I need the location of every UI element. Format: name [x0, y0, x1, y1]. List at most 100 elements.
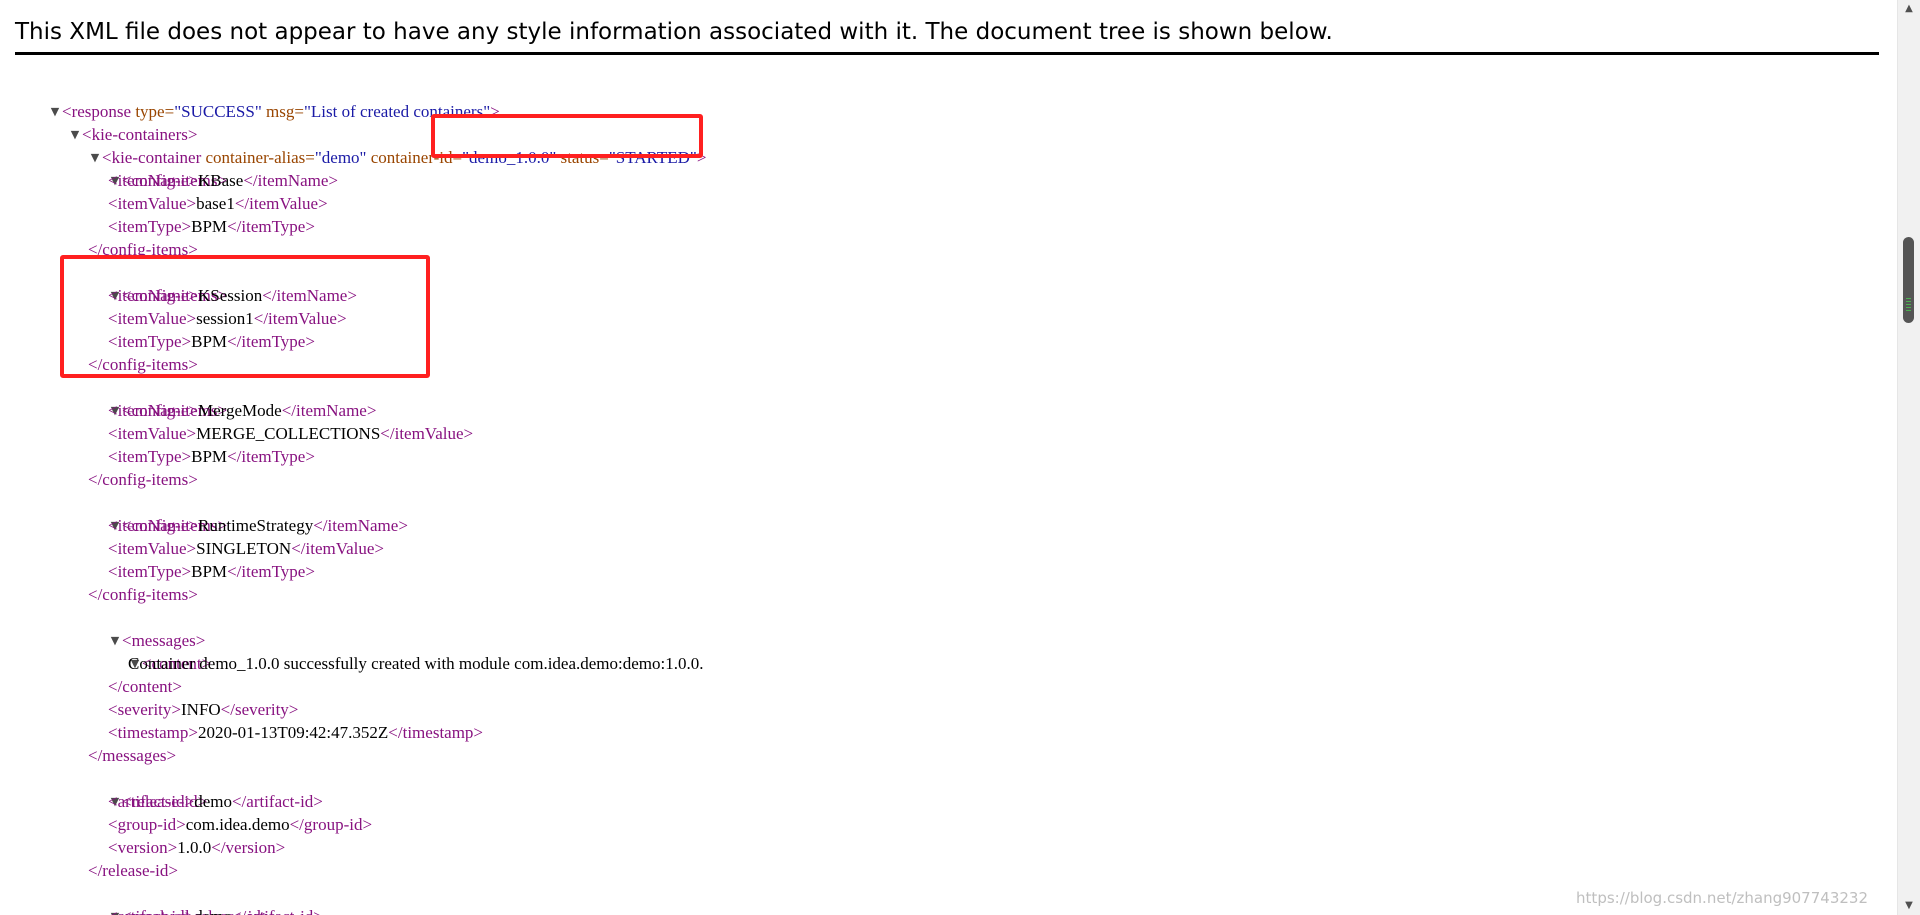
xml-node-item-type: <itemType>BPM</itemType>: [108, 560, 315, 583]
tag-end: >: [696, 148, 707, 167]
xml-info-header: This XML file does not appear to have an…: [15, 12, 1879, 55]
xml-node-item-name: <itemName>KSession</itemName>: [108, 284, 357, 307]
xml-node-version: <version>1.0.0</version>: [108, 836, 285, 859]
tag-close: </config-items>: [88, 355, 198, 374]
tag-open: <itemName>: [108, 401, 198, 420]
version-value: 1.0.0: [177, 838, 212, 857]
item-type-value: BPM: [191, 217, 228, 236]
xml-node-messages-close: </messages>: [88, 744, 176, 767]
tag-open: <itemType>: [108, 217, 192, 236]
tag-close: </itemName>: [281, 401, 377, 420]
tag-close: </artifact-id>: [231, 792, 323, 811]
xml-node-content-close: </content>: [108, 675, 182, 698]
attr-value: "demo": [314, 148, 367, 167]
tag-close: </messages>: [88, 746, 177, 765]
xml-node-item-value: <itemValue>base1</itemValue>: [108, 192, 328, 215]
xml-node-content-text: Container demo_1.0.0 successfully create…: [128, 652, 704, 675]
xml-node-resolved-release-id: ▼<resolved-release-id>: [74, 882, 271, 915]
tag-open: <version>: [108, 838, 178, 857]
tag-close: </itemValue>: [291, 539, 385, 558]
xml-node-config-items: ▼ <config-items>: [74, 261, 227, 305]
tag-close: </itemType>: [227, 217, 315, 236]
tag-close: </itemType>: [227, 562, 315, 581]
xml-node-severity: <severity>INFO</severity>: [108, 698, 298, 721]
attr-name: status=: [560, 148, 609, 167]
xml-node-item-name: <itemName>RuntimeStrategy</itemName>: [108, 514, 408, 537]
xml-node-config-items: ▼ <config-items>: [74, 146, 227, 190]
grip-line: [1906, 301, 1911, 302]
item-name-value: KBase: [197, 171, 244, 190]
item-name-value: KSession: [197, 286, 263, 305]
tag-close: </itemValue>: [253, 309, 347, 328]
tag-open: <itemType>: [108, 447, 192, 466]
vertical-scrollbar[interactable]: ▲ ▼: [1897, 0, 1920, 915]
tag-close: </itemName>: [313, 516, 408, 535]
xml-node-item-name: <itemName>MergeMode</itemName>: [108, 399, 376, 422]
scroll-down-icon[interactable]: ▼: [1898, 897, 1920, 915]
attr-name: container-id=: [370, 148, 463, 167]
xml-node-release-id: ▼ <release-id>: [74, 767, 207, 811]
xml-node-item-name: <itemName>KBase</itemName>: [108, 169, 338, 192]
attr-value: "List of created containers": [303, 102, 491, 121]
tag-open: <itemType>: [108, 562, 192, 581]
group-id-value: com.idea.demo: [185, 815, 290, 834]
xml-document-view: This XML file does not appear to have an…: [0, 0, 1898, 915]
tag-close: </itemValue>: [234, 194, 328, 213]
xml-node-messages: ▼ <messages>: [74, 606, 206, 650]
xml-node-content: ▼ <content>: [94, 629, 211, 673]
tag-open: <itemName>: [108, 171, 198, 190]
item-value-value: SINGLETON: [196, 539, 292, 558]
attr-name: msg=: [266, 102, 304, 121]
item-value-value: session1: [196, 309, 254, 328]
tag-open: <severity>: [108, 700, 181, 719]
tag-close: </severity>: [220, 700, 299, 719]
grip-line: [1906, 298, 1911, 299]
tag-open: <group-id>: [108, 815, 186, 834]
artifact-id-value: demo: [194, 792, 232, 811]
item-type-value: BPM: [191, 447, 228, 466]
tag-close: </group-id>: [289, 815, 373, 834]
scroll-up-icon[interactable]: ▲: [1898, 0, 1920, 18]
browser-viewport: This XML file does not appear to have an…: [0, 0, 1920, 915]
xml-node-item-value: <itemValue>SINGLETON</itemValue>: [108, 537, 384, 560]
tag-open: <artifact-id>: [108, 792, 195, 811]
scroll-thumb[interactable]: [1903, 237, 1914, 323]
tag-close: </itemType>: [227, 332, 315, 351]
grip-line: [1906, 310, 1911, 311]
content-text: Container demo_1.0.0 successfully create…: [128, 654, 704, 673]
tag-close: </config-items>: [88, 240, 198, 259]
grip-line: [1906, 304, 1911, 305]
tag-open: <itemName>: [108, 516, 198, 535]
tag-open: <artifact-id>: [108, 907, 194, 915]
item-name-value: MergeMode: [197, 401, 282, 420]
tag-close: </content>: [108, 677, 182, 696]
item-value-value: MERGE_COLLECTIONS: [196, 424, 381, 443]
xml-node-item-type: <itemType>BPM</itemType>: [108, 330, 315, 353]
tag-close: </release-id>: [88, 861, 178, 880]
xml-node-config-items-close: </config-items>: [88, 468, 198, 491]
xml-node-item-value: <itemValue>session1</itemValue>: [108, 307, 347, 330]
tag-open: <itemValue>: [108, 194, 197, 213]
tag-close: </config-items>: [88, 585, 198, 604]
tag-close: </version>: [211, 838, 286, 857]
xml-node-config-items-close: </config-items>: [88, 353, 198, 376]
tag-open: <itemName>: [108, 286, 198, 305]
tag-close: </artifact-id>: [232, 907, 323, 915]
tag-close: </itemName>: [243, 171, 339, 190]
tag-open: <itemValue>: [108, 539, 197, 558]
tag-open: <timestamp>: [108, 723, 198, 742]
xml-node-group-id: <group-id>com.idea.demo</group-id>: [108, 813, 372, 836]
tag-close: </itemName>: [262, 286, 357, 305]
severity-value: INFO: [181, 700, 221, 719]
item-name-value: RuntimeStrategy: [197, 516, 314, 535]
xml-node-item-type: <itemType>BPM</itemType>: [108, 215, 315, 238]
xml-node-kie-container: ▼ <kie-container container-alias="demo" c…: [54, 123, 707, 167]
xml-node-release-id-close: </release-id>: [88, 859, 178, 882]
tag-close: </itemValue>: [380, 424, 474, 443]
xml-node-artifact-id: <artifact-id>demo</artifact-id>: [108, 905, 323, 915]
xml-node-config-items: ▼ <config-items>: [74, 376, 227, 420]
xml-node-config-items-close: </config-items>: [88, 238, 198, 261]
xml-node-response: ▼ <response type="SUCCESS" msg="List of c…: [14, 77, 500, 121]
tag-close: </config-items>: [88, 470, 198, 489]
tag-open: <itemType>: [108, 332, 192, 351]
